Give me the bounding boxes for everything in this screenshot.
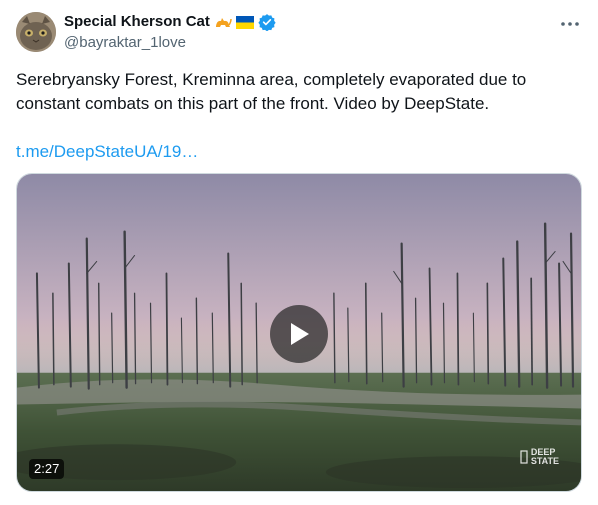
cat-emoji-icon <box>214 14 232 30</box>
play-button[interactable] <box>270 305 328 363</box>
more-options-icon[interactable] <box>558 12 582 36</box>
author-handle[interactable]: @bayraktar_1love <box>64 33 186 53</box>
avatar[interactable] <box>16 12 56 52</box>
deepstate-watermark: DEEP STATE <box>520 448 559 466</box>
ukraine-flag-icon <box>235 15 254 29</box>
video-duration: 2:27 <box>29 459 65 479</box>
video-player[interactable]: 2:27 DEEP STATE <box>16 173 582 492</box>
tweet-link[interactable]: t.me/DeepStateUA/19… <box>16 140 198 164</box>
tweet-card[interactable]: Special Kherson Cat @bayraktar_1love Ser… <box>0 0 598 505</box>
author-display-name[interactable]: Special Kherson Cat <box>64 12 210 32</box>
watermark-line-2: STATE <box>530 456 559 466</box>
play-icon <box>291 323 309 345</box>
verified-badge-icon <box>258 13 276 31</box>
tweet-text: Serebryansky Forest, Kreminna area, comp… <box>16 70 527 113</box>
